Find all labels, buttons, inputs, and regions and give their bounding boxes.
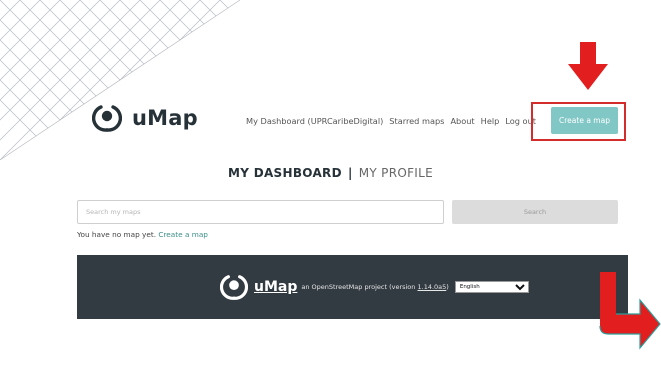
nav-about[interactable]: About [450,116,474,126]
empty-state-message: You have no map yet. Create a map [77,230,208,239]
brand-name: uMap [132,106,198,130]
footer-version-link[interactable]: 1.14.0a5 [418,283,447,291]
footer-text-after: ) [446,283,449,291]
tab-my-profile[interactable]: MY PROFILE [359,166,433,180]
umap-logo-icon [92,105,122,132]
annotation-down-arrow-icon [568,42,608,90]
dashboard-title: MY DASHBOARD | MY PROFILE [0,166,661,180]
footer-content: uMap an OpenStreetMap project (version 1… [220,273,529,301]
search-button[interactable]: Search [452,200,618,224]
empty-state-create-link[interactable]: Create a map [158,230,208,239]
create-map-button[interactable]: Create a map [551,107,618,134]
footer-text-before: an OpenStreetMap project (version [301,283,416,291]
search-maps-input[interactable] [77,200,444,224]
empty-state-text: You have no map yet. [77,230,157,239]
footer: uMap an OpenStreetMap project (version 1… [77,255,628,319]
tab-separator: | [347,166,353,180]
tab-my-dashboard[interactable]: MY DASHBOARD [228,166,342,180]
language-select[interactable]: English [454,281,529,293]
footer-version-text: an OpenStreetMap project (version 1.14.0… [301,283,448,291]
annotation-bent-arrow-icon [599,272,661,350]
nav-my-dashboard[interactable]: My Dashboard (UPRCaribeDigital) [246,116,383,126]
nav-starred-maps[interactable]: Starred maps [389,116,444,126]
top-navigation: My Dashboard (UPRCaribeDigital) Starred … [246,116,536,126]
umap-logo[interactable]: uMap [92,103,198,133]
nav-help[interactable]: Help [481,116,500,126]
footer-umap-logo-icon [220,275,248,300]
footer-brand-link[interactable]: uMap [254,279,297,295]
decorative-grid-pattern [0,0,240,160]
page: uMap My Dashboard (UPRCaribeDigital) Sta… [0,0,661,374]
